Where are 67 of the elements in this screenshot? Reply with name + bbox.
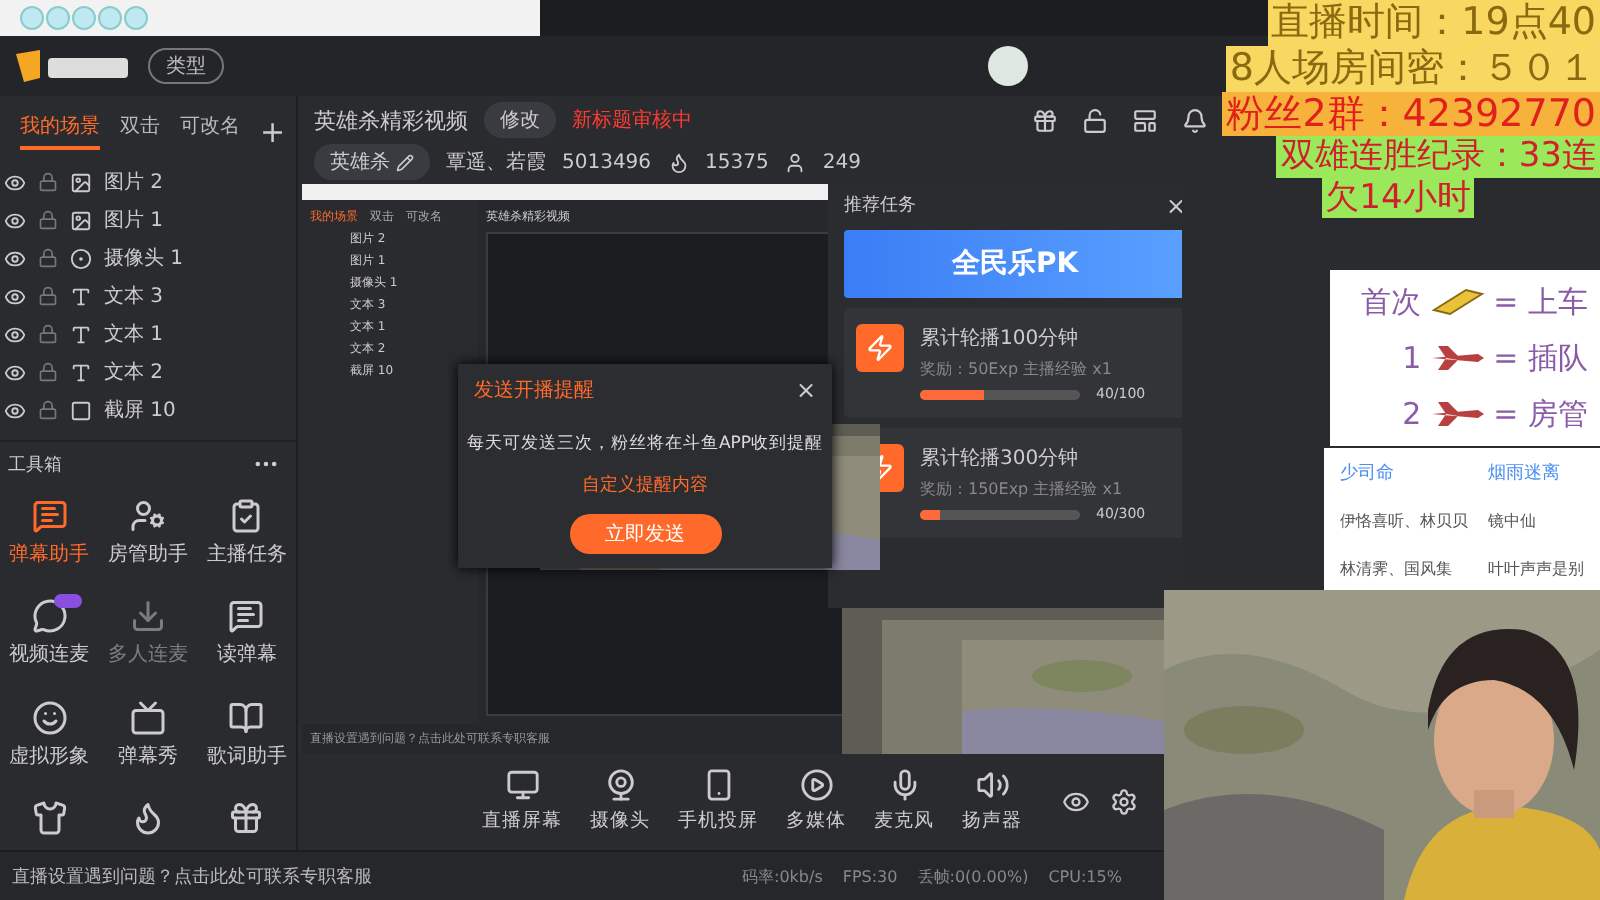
task-reward: 奖励：150Exp 主播经验 x1 [920,478,1125,500]
source-name[interactable]: 截屏 10 [104,396,176,424]
source-control[interactable]: 多媒体 [786,768,846,834]
source-control[interactable]: 摄像头 [590,768,650,834]
close-button[interactable]: × [795,376,816,404]
help-link[interactable]: 直播设置遇到问题？点击此处可联系专职客服 [12,863,722,889]
legend-result: = 插队 [1493,339,1588,377]
review-status: 新标题审核中 [572,107,692,134]
source-control[interactable]: 手机投屏 [678,768,758,834]
source-name[interactable]: 文本 3 [104,282,164,310]
dropped-frames: 丢帧:0(0.00%) [917,865,1029,887]
task-title: 累计轮播300分钟 [920,445,1081,472]
source-name[interactable]: 图片 2 [104,168,164,196]
overlay-text: 8人场房间密：５０１ [1225,45,1600,92]
source-name[interactable]: 文本 2 [104,358,164,386]
tool-label[interactable]: 弹幕助手 [9,540,90,568]
toolbox-title: 工具箱 [8,453,62,477]
legend-label: 首次 [1361,283,1422,321]
dialog-message: 每天可发送三次，粉丝将在斗鱼APP收到提醒 [466,432,824,456]
edit-button[interactable]: 修改 [484,102,556,138]
task-title: 累计轮播100分钟 [920,325,1081,352]
overlay-text: 双雄连胜纪录：33连 [1276,136,1600,178]
cpu-usage: CPU:15% [1048,867,1122,885]
legend-label: 1 [1402,340,1422,376]
tool-label[interactable]: 弹幕秀 [117,741,178,769]
tool-label[interactable]: 视频连麦 [9,640,90,669]
column-header: 少司命 [1338,461,1396,487]
source-control[interactable]: 麦克风 [874,768,934,834]
type-button[interactable]: 类型 [148,48,224,84]
close-button[interactable]: × [1165,192,1182,220]
overlay-text: 直播时间：19点40 [1267,0,1600,46]
add-scene-button[interactable]: + [260,113,286,149]
table-cell-text: 镜中仙 [1486,510,1538,533]
column-header: 烟雨迷离 [1486,461,1562,487]
panel-title: 推荐任务 [844,193,916,220]
table-cell-text: 伊恪喜听、林贝贝 [1338,510,1470,533]
dialog-title: 发送开播提醒 [474,377,594,404]
source-name[interactable]: 摄像头 1 [104,244,184,272]
room-id: 5013496 [562,151,652,173]
overlay-text: 欠14小时 [1321,177,1475,219]
tool-label[interactable]: 房管助手 [107,540,188,568]
legend-label: 2 [1402,396,1422,432]
tool-label[interactable]: 读弹幕 [216,640,277,669]
scene-tab[interactable]: 可改名 [180,112,240,150]
source-name[interactable]: 文本 1 [104,320,164,348]
scene-tab[interactable]: 双击 [120,112,160,150]
tags-text: 覃遥、若霞 [446,149,546,176]
table-cell-text: 叶叶声声是别 [1486,557,1586,580]
tool-label[interactable]: 主播任务 [206,540,287,568]
scene-tab[interactable]: 我的场景 [20,112,100,150]
fps: FPS:30 [842,867,898,885]
legend-result: = 上车 [1493,283,1588,321]
tool-label[interactable]: 歌词助手 [206,741,287,769]
table-cell-text: 林清霁、国风集 [1338,557,1454,580]
category-tag[interactable]: 英雄杀 [314,144,430,180]
source-control[interactable]: 扬声器 [962,768,1022,834]
legend-result: = 房管 [1493,395,1588,433]
viewer-count: 249 [822,151,861,173]
source-name[interactable]: 图片 1 [104,206,164,234]
tool-label[interactable]: 虚拟形象 [9,741,90,769]
overlay-text: 粉丝2群：42392770 [1222,91,1600,137]
custom-link[interactable]: 自定义提醒内容 [582,472,708,498]
stream-title: 英雄杀精彩视频 [314,105,468,135]
source-control[interactable]: 直播屏幕 [482,768,562,834]
heat-count: 15375 [705,151,769,173]
task-reward: 奖励：50Exp 主播经验 x1 [920,358,1114,380]
bitrate: 码率:0kb/s [742,865,823,887]
